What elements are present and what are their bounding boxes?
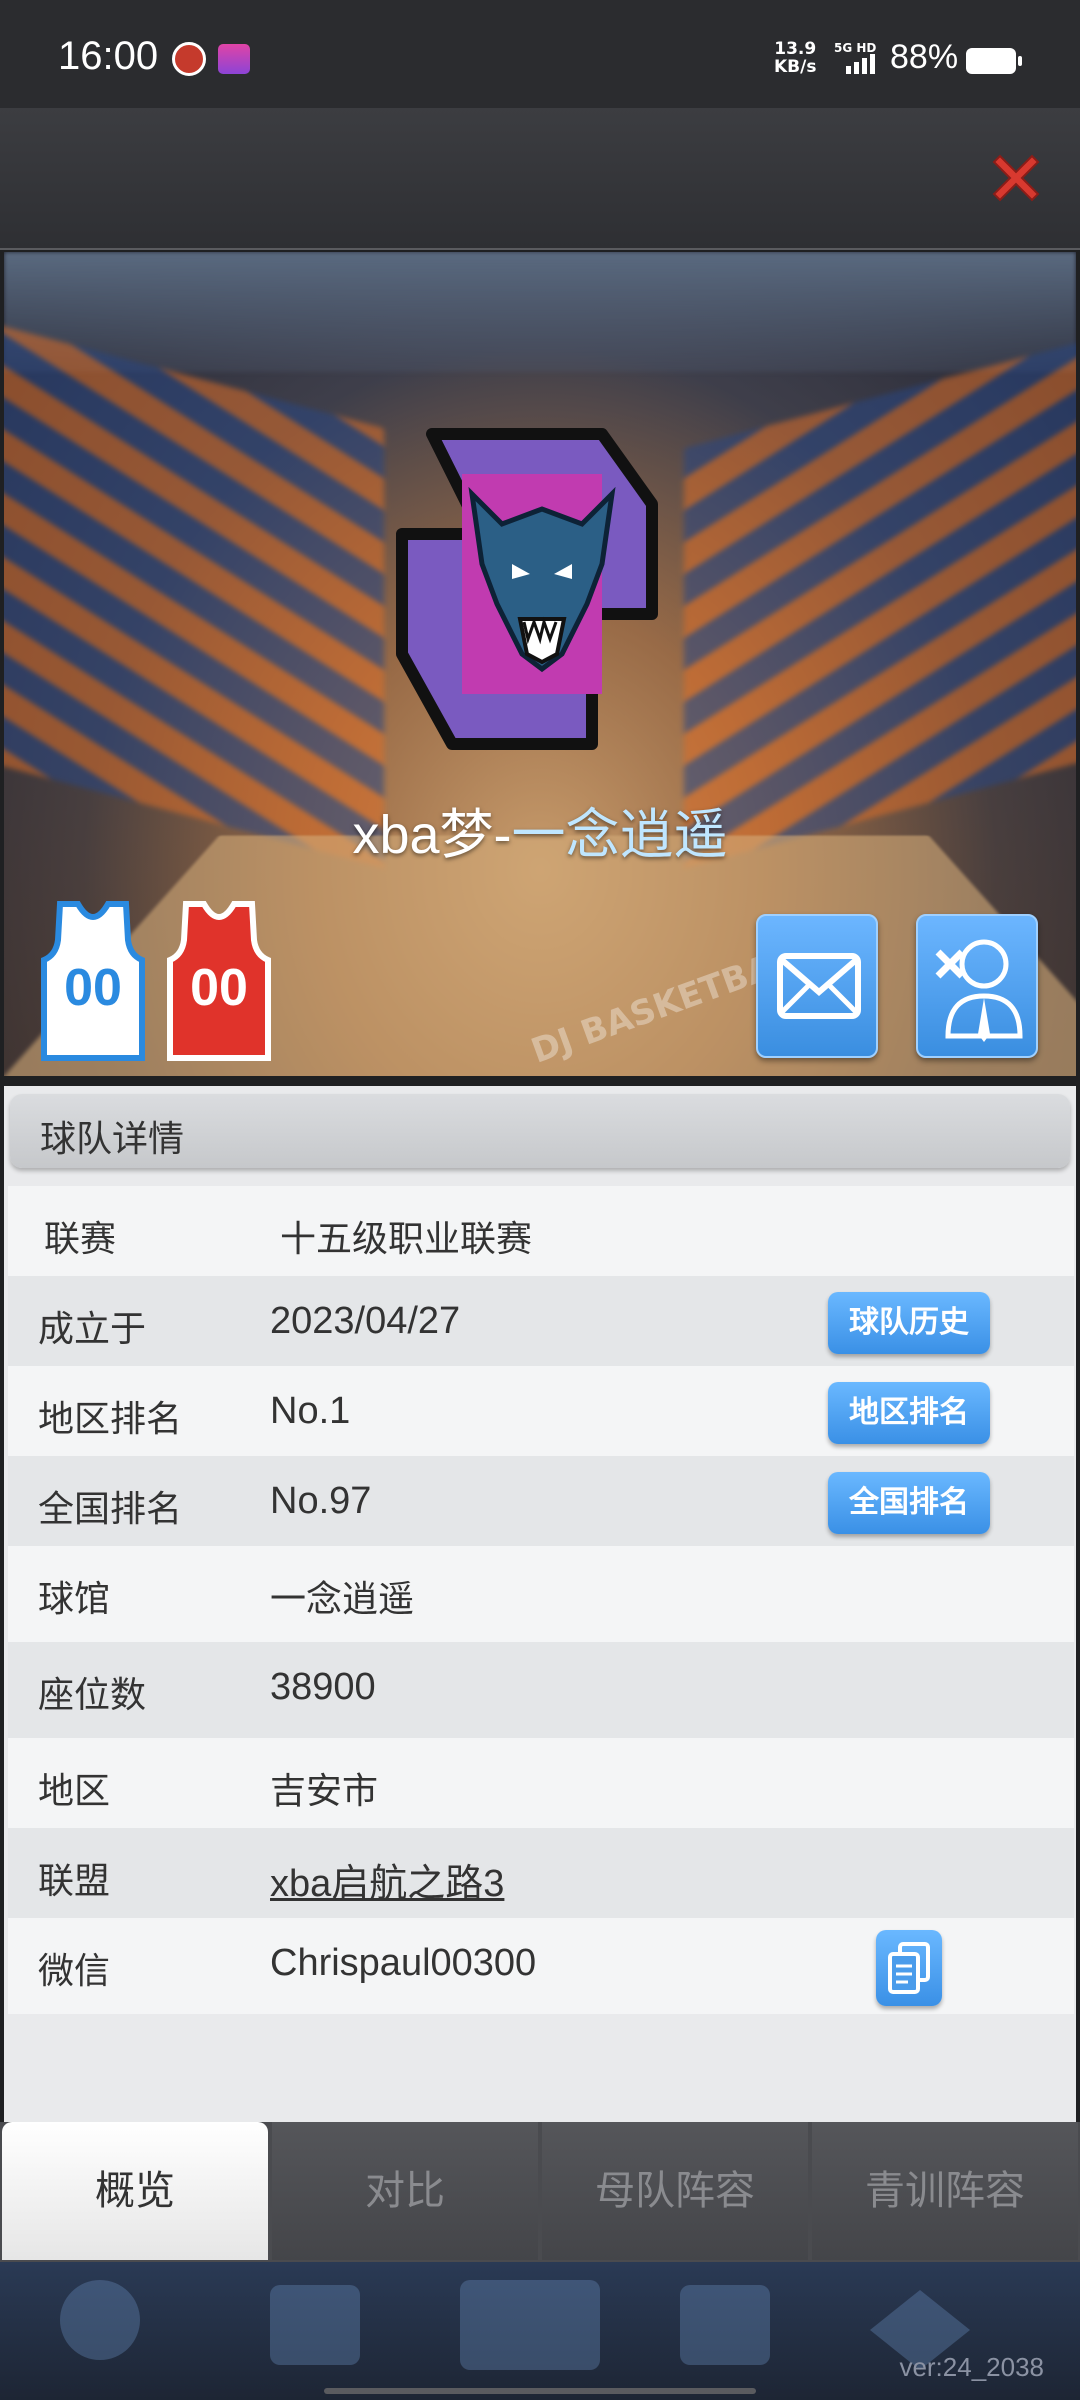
team-logo-icon [392,414,692,754]
detail-value: 十五级职业联赛 [280,1210,532,1262]
detail-label: 地区 [38,1762,110,1814]
background-nav-icons [40,2270,1040,2380]
version-label: ver:24_2038 [899,2352,1044,2383]
top-bar [0,108,1080,250]
arena-stands [684,336,1076,869]
detail-label: 成立于 [38,1300,146,1352]
detail-row-wechat: 微信 Chrispaul00300 [8,1918,1074,2014]
detail-row-seats: 座位数 38900 [8,1642,1074,1738]
network-speed-value: 13.9 [774,40,816,58]
close-icon[interactable] [986,148,1046,208]
away-jersey-number: 00 [190,959,248,1017]
detail-row-national-rank: 全国排名 No.97 全国排名 [8,1456,1074,1546]
tab-main-roster[interactable]: 母队阵容 [542,2122,808,2260]
detail-row-alliance: 联盟 xba启航之路3 [8,1828,1074,1918]
detail-value: 吉安市 [270,1762,378,1814]
team-name-part2: 一念逍遥 [512,805,728,865]
detail-value: No.97 [270,1480,371,1523]
team-history-button[interactable]: 球队历史 [828,1292,990,1354]
home-indicator[interactable] [324,2388,756,2394]
tab-compare[interactable]: 对比 [272,2122,538,2260]
alliance-link[interactable]: xba启航之路3 [270,1852,504,1907]
home-jersey-icon[interactable]: 00 [38,900,148,1062]
detail-row-regional-rank: 地区排名 No.1 地区排名 [8,1366,1074,1456]
app-notification-icon [172,42,206,76]
signal-icon: 5G HD [832,40,880,76]
details-header: 球队详情 [10,1094,1070,1168]
arena-roof [4,252,1076,372]
details-title: 球队详情 [40,1110,184,1162]
detail-value: 38900 [270,1666,376,1709]
detail-label: 微信 [38,1942,110,1994]
team-details-panel: 球队详情 联赛 十五级职业联赛 成立于 2023/04/27 球队历史 地区排名… [4,1086,1076,2122]
detail-value: No.1 [270,1390,350,1433]
tab-overview[interactable]: 概览 [2,2122,268,2260]
app-screen: 16:00 13.9 KB/s 5G HD 88% DJ BASKETBALL [0,0,1080,2400]
away-jersey-icon[interactable]: 00 [164,900,274,1062]
copy-icon [876,1930,942,2006]
detail-row-league: 联赛 十五级职业联赛 [8,1186,1074,1276]
detail-label: 球馆 [38,1570,110,1622]
contact-manager-button[interactable] [916,914,1038,1058]
network-type: 5G HD [834,41,876,55]
status-bar: 16:00 13.9 KB/s 5G HD 88% [0,0,1080,108]
tab-youth-roster[interactable]: 青训阵容 [812,2122,1078,2260]
team-name-part1: xba梦- [352,805,511,865]
manager-profile-icon [918,916,1040,1060]
status-time: 16:00 [58,34,158,79]
detail-row-region: 地区 吉安市 [8,1738,1074,1828]
mail-icon [758,916,880,1060]
regional-rank-button[interactable]: 地区排名 [828,1382,990,1444]
detail-value: 2023/04/27 [270,1300,460,1343]
detail-row-founded: 成立于 2023/04/27 球队历史 [8,1276,1074,1366]
detail-label: 地区排名 [38,1390,182,1442]
national-rank-button[interactable]: 全国排名 [828,1472,990,1534]
detail-label: 联盟 [38,1852,110,1904]
app-notification-icon [218,44,250,74]
home-jersey-number: 00 [64,959,122,1017]
copy-button[interactable] [876,1930,942,2006]
detail-label: 全国排名 [38,1480,182,1532]
network-speed-unit: KB/s [774,58,816,76]
detail-row-arena: 球馆 一念逍遥 [8,1546,1074,1642]
detail-label: 联赛 [44,1210,116,1262]
detail-value: 一念逍遥 [270,1570,414,1622]
battery-percent: 88% [890,38,958,77]
battery-icon [966,48,1016,74]
arena-stands [4,316,384,869]
bottom-tab-bar: 概览 对比 母队阵容 青训阵容 [0,2122,1080,2262]
mail-button[interactable] [756,914,878,1058]
detail-label: 座位数 [38,1666,146,1718]
detail-value: Chrispaul00300 [270,1942,536,1985]
network-speed: 13.9 KB/s [774,40,816,76]
team-name: xba梦-一念逍遥 [0,790,1080,869]
